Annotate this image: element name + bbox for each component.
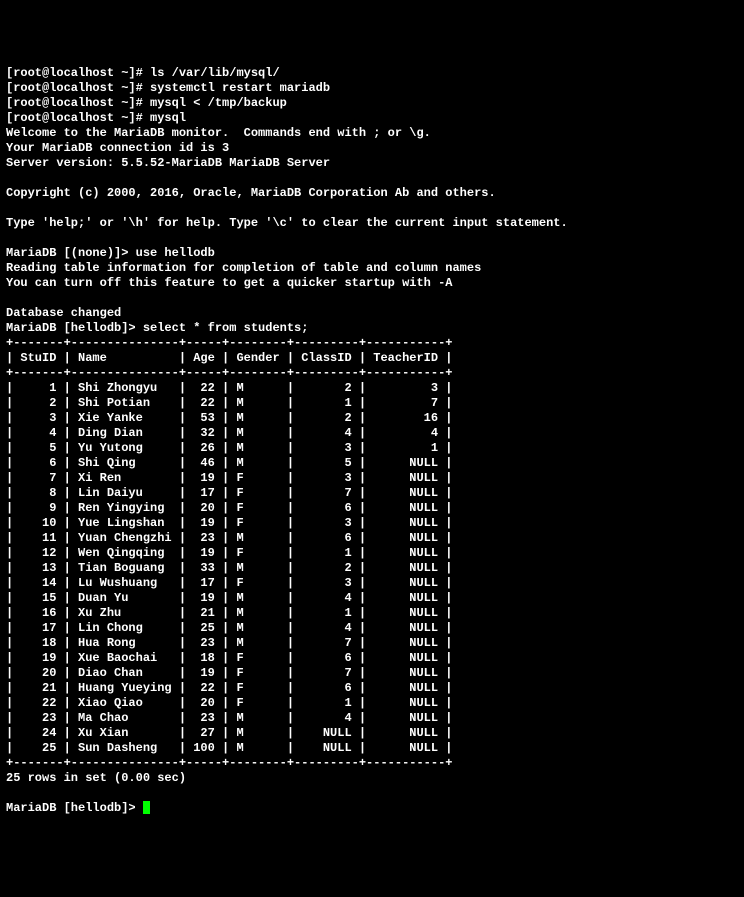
cursor bbox=[143, 801, 150, 814]
mariadb-prompt[interactable]: MariaDB [hellodb]> bbox=[6, 801, 143, 815]
terminal-output[interactable]: [root@localhost ~]# ls /var/lib/mysql/ [… bbox=[6, 66, 738, 816]
